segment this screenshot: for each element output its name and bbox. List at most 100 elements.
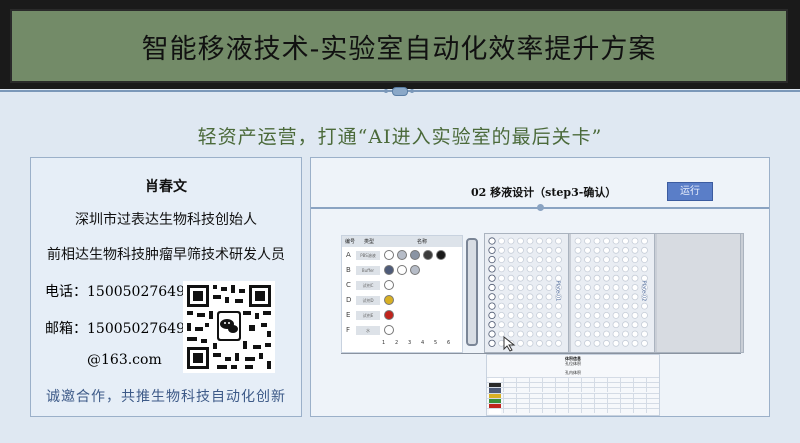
plate-well[interactable]: [641, 339, 648, 347]
plate-well[interactable]: [545, 246, 553, 254]
plate-well[interactable]: [593, 293, 601, 301]
plate-well[interactable]: [631, 256, 639, 264]
plate-well[interactable]: [507, 284, 515, 291]
plate-well[interactable]: [555, 237, 562, 245]
plate-well[interactable]: [545, 284, 553, 291]
plate-well[interactable]: [488, 330, 496, 338]
plate-well[interactable]: [574, 265, 582, 273]
plate-well[interactable]: [593, 339, 601, 347]
plate-well[interactable]: [622, 312, 629, 319]
plate-well[interactable]: [555, 339, 562, 347]
reagent-well[interactable]: [397, 265, 407, 275]
plate-well[interactable]: [536, 330, 543, 338]
plate-well[interactable]: [612, 330, 620, 338]
plate-well[interactable]: [498, 237, 505, 245]
plate-well[interactable]: [526, 312, 534, 319]
plate-well[interactable]: [536, 312, 543, 319]
plate-well[interactable]: [574, 246, 582, 254]
plate-well[interactable]: [545, 265, 553, 273]
reagent-row[interactable]: F水: [342, 324, 462, 337]
plate-well[interactable]: [631, 321, 639, 329]
plate-well[interactable]: [536, 302, 543, 310]
plate-well[interactable]: [526, 246, 534, 254]
plate-well[interactable]: [488, 274, 496, 282]
plate-well[interactable]: [488, 283, 496, 292]
plate-well[interactable]: [622, 265, 629, 273]
plate-well[interactable]: [555, 246, 562, 254]
plate-well[interactable]: [488, 293, 496, 301]
reagent-well[interactable]: [384, 265, 394, 275]
plate-well[interactable]: [517, 274, 524, 282]
plate-well[interactable]: [498, 256, 505, 264]
plate-well[interactable]: [488, 246, 496, 254]
plate-well[interactable]: [641, 330, 648, 338]
plate-well[interactable]: [612, 256, 620, 264]
run-button[interactable]: 运行: [667, 182, 713, 201]
plate-well[interactable]: [555, 312, 562, 319]
plate-well[interactable]: [622, 284, 629, 291]
plate-well[interactable]: [507, 256, 515, 264]
plate-well[interactable]: [641, 265, 648, 273]
reagent-row[interactable]: A PBS溶液: [342, 249, 462, 262]
plate-well[interactable]: [498, 302, 505, 310]
plate-well[interactable]: [622, 330, 629, 338]
plate-well[interactable]: [536, 265, 543, 273]
plate-well[interactable]: [603, 321, 610, 329]
reagent-well[interactable]: [410, 250, 420, 260]
plate-well[interactable]: [507, 246, 515, 254]
plate-well[interactable]: [584, 284, 591, 291]
plate-well[interactable]: [536, 246, 543, 254]
reagent-well[interactable]: [384, 250, 394, 260]
plate-well[interactable]: [574, 256, 582, 264]
plate-well[interactable]: [555, 302, 562, 310]
plate-well[interactable]: [545, 330, 553, 338]
plate-well[interactable]: [507, 302, 515, 310]
plate-well[interactable]: [641, 237, 648, 245]
plate-well[interactable]: [641, 246, 648, 254]
plate-well[interactable]: [507, 274, 515, 282]
plate-well[interactable]: [517, 284, 524, 291]
plate-well[interactable]: [612, 246, 620, 254]
plate-well[interactable]: [526, 237, 534, 245]
reagent-well[interactable]: [384, 295, 394, 305]
plate-well[interactable]: [593, 321, 601, 329]
plate-well[interactable]: [631, 293, 639, 301]
plate-well[interactable]: [584, 312, 591, 319]
plate-well[interactable]: [517, 237, 524, 245]
plate-well[interactable]: [517, 265, 524, 273]
plate-well[interactable]: [622, 246, 629, 254]
plate-well[interactable]: [526, 274, 534, 282]
plate-well[interactable]: [574, 321, 582, 329]
plate-well[interactable]: [526, 293, 534, 301]
plate-well[interactable]: [593, 330, 601, 338]
plate-well[interactable]: [498, 293, 505, 301]
plate-well[interactable]: [603, 274, 610, 282]
plate-well[interactable]: [593, 302, 601, 310]
plate-well[interactable]: [603, 237, 610, 245]
plate-well[interactable]: [631, 265, 639, 273]
plate-well[interactable]: [545, 293, 553, 301]
reagent-well[interactable]: [397, 250, 407, 260]
plate-well[interactable]: [488, 321, 496, 329]
reagent-row[interactable]: B Buffer: [342, 264, 462, 277]
plate-well[interactable]: [641, 256, 648, 264]
plate-well[interactable]: [574, 312, 582, 319]
plate-well[interactable]: [536, 237, 543, 245]
plate-well[interactable]: [507, 237, 515, 245]
plate-well[interactable]: [526, 265, 534, 273]
plate-well[interactable]: [555, 256, 562, 264]
plate-well[interactable]: [612, 321, 620, 329]
plate-well[interactable]: [517, 246, 524, 254]
reagent-well[interactable]: [384, 310, 394, 320]
plate-well[interactable]: [584, 330, 591, 338]
plate-well[interactable]: [622, 237, 629, 245]
plate-well[interactable]: [584, 265, 591, 273]
plate-well[interactable]: [555, 330, 562, 338]
plate-well[interactable]: [641, 302, 648, 310]
plate-well[interactable]: [498, 246, 505, 254]
plate-well[interactable]: [536, 274, 543, 282]
plate-well[interactable]: [574, 339, 582, 347]
plate-well[interactable]: [517, 321, 524, 329]
plate-well[interactable]: [603, 246, 610, 254]
plate-well[interactable]: [603, 312, 610, 319]
